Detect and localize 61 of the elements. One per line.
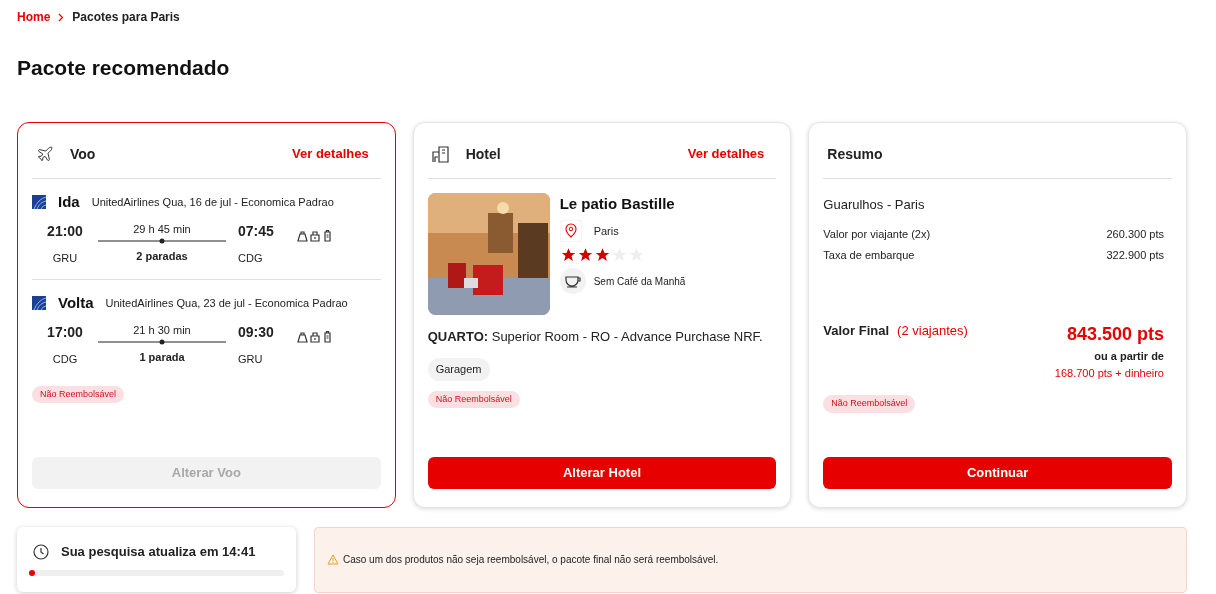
arrival-time: 07:45 bbox=[238, 222, 274, 241]
alt-label: ou a partir de bbox=[1094, 349, 1164, 364]
breadcrumb-link[interactable]: Home bbox=[17, 8, 51, 26]
clock-icon bbox=[33, 544, 49, 560]
price-value: 260.300 pts bbox=[1106, 227, 1164, 242]
stops: 2 paradas bbox=[136, 248, 188, 264]
chevron-icon bbox=[58, 12, 65, 22]
action-button[interactable]: Alterar Hotel bbox=[427, 456, 777, 489]
leg-label: Ida bbox=[58, 191, 80, 212]
amenity-tag: Garagem bbox=[427, 358, 490, 381]
route-text: Guarulhos - Paris bbox=[823, 195, 926, 214]
airline-logo-icon bbox=[32, 194, 46, 209]
duration: 29 h 45 min bbox=[133, 222, 191, 237]
airplane-icon bbox=[36, 145, 54, 163]
hotel-name: Le patio Bastille bbox=[559, 193, 676, 214]
star-icon bbox=[610, 247, 628, 263]
timer-text: Sua pesquisa atualiza em 14:41 bbox=[61, 543, 256, 562]
meal-info: Sem Café da Manhã bbox=[593, 274, 686, 289]
final-label: Valor Final bbox=[823, 322, 890, 340]
leg-label: Volta bbox=[58, 292, 94, 313]
details-link[interactable]: Ver detalhes bbox=[292, 144, 369, 164]
leg-info: UnitedAirlines Qua, 23 de jul - Economica Padrao bbox=[105, 295, 348, 311]
hotel-city: Paris bbox=[593, 223, 619, 239]
refund-badge: Não Reembolsável bbox=[427, 390, 520, 408]
star-icon bbox=[593, 247, 611, 263]
leg-info: UnitedAirlines Qua, 16 de jul - Economica Padrao bbox=[91, 194, 334, 210]
star-icon bbox=[576, 247, 594, 263]
arrival-time: 09:30 bbox=[238, 323, 274, 342]
building-icon bbox=[431, 145, 450, 163]
price-label: Taxa de embarque bbox=[823, 247, 915, 263]
total-price: 843.500 pts bbox=[1066, 323, 1164, 346]
departure-time: 21:00 bbox=[47, 222, 83, 241]
warning-text: Caso um dos produtos não seja reembolsável, o pacote final não será reembolsável. bbox=[343, 553, 719, 567]
breadcrumb-link[interactable]: Pacotes para Paris bbox=[72, 8, 180, 26]
price-label: Valor por viajante (2x) bbox=[823, 227, 931, 242]
travelers-count: (2 viajantes) bbox=[897, 322, 968, 340]
room-description: QUARTO: Superior Room - RO - Advance Purchase NRF. bbox=[427, 327, 764, 346]
airport-code: GRU bbox=[238, 352, 263, 367]
departure-time: 17:00 bbox=[47, 323, 83, 342]
stops: 1 parada bbox=[139, 349, 185, 365]
action-button[interactable]: Continuar bbox=[823, 456, 1172, 489]
warning-icon bbox=[327, 554, 339, 565]
airport-code: CDG bbox=[238, 251, 263, 266]
airport-code: CDG bbox=[52, 352, 78, 367]
star-icon bbox=[559, 247, 577, 263]
price-value: 322.900 pts bbox=[1106, 247, 1164, 263]
details-link[interactable]: Ver detalhes bbox=[687, 144, 765, 164]
card-title: Resumo bbox=[827, 144, 883, 164]
page-title: Pacote recomendado bbox=[17, 55, 231, 81]
alt-price: 168.700 pts + dinheiro bbox=[1054, 365, 1164, 381]
baggage-icon bbox=[296, 330, 334, 344]
card-title: Hotel bbox=[465, 144, 501, 164]
cup-icon bbox=[559, 268, 586, 294]
location-pin-icon bbox=[559, 220, 582, 242]
airline-logo-icon bbox=[32, 295, 46, 310]
refund-badge: Não Reembolsável bbox=[32, 385, 125, 403]
duration: 21 h 30 min bbox=[133, 323, 191, 338]
airport-code: GRU bbox=[52, 251, 78, 266]
baggage-icon bbox=[296, 229, 334, 243]
card-title: Voo bbox=[70, 144, 96, 164]
refund-badge: Não Reembolsável bbox=[823, 395, 916, 413]
